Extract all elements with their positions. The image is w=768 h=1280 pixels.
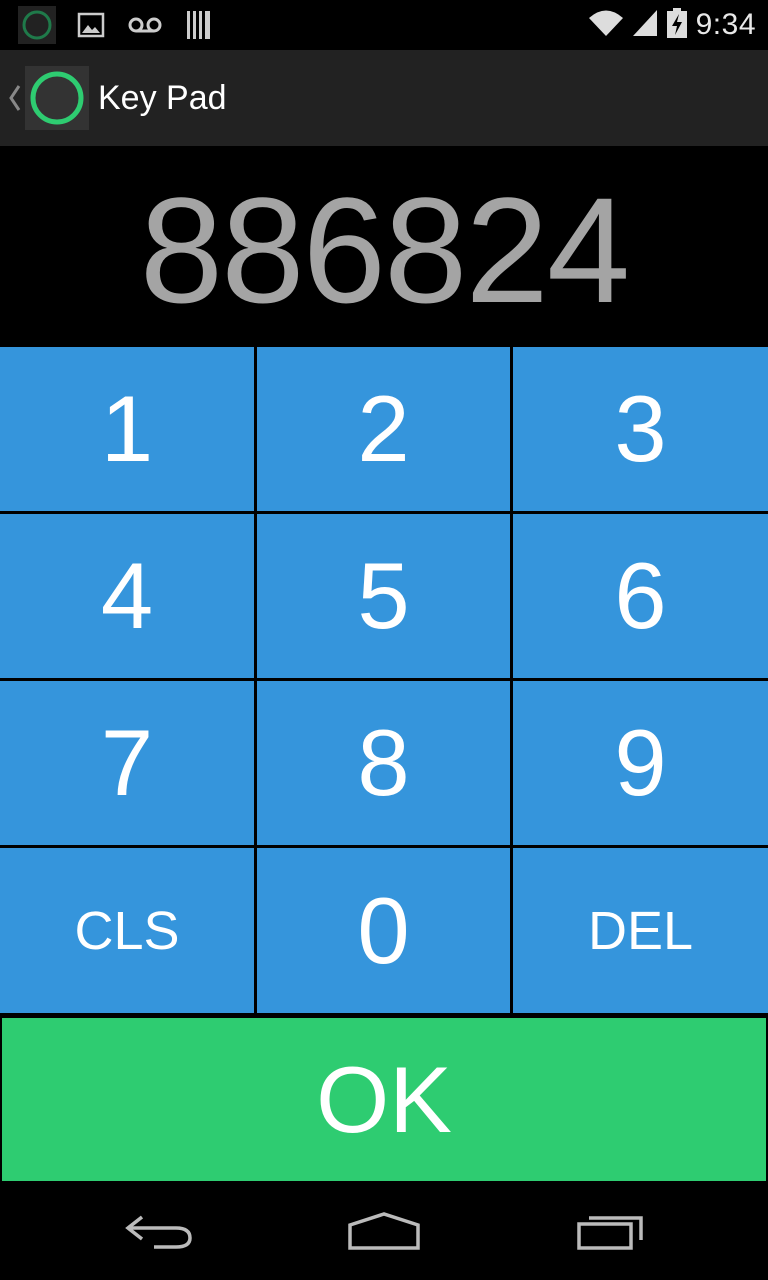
- status-bar: 9:34: [0, 0, 768, 50]
- barcode-icon: [180, 6, 218, 44]
- voicemail-icon: [126, 6, 164, 44]
- key-0[interactable]: 0: [257, 848, 510, 1013]
- app-ring-icon: [18, 6, 56, 44]
- clock: 9:34: [695, 8, 756, 41]
- system-status: 9:34: [588, 4, 756, 46]
- signal-icon: [632, 9, 658, 42]
- delete-button[interactable]: DEL: [513, 848, 768, 1013]
- ok-button[interactable]: OK: [2, 1018, 766, 1181]
- key-8[interactable]: 8: [257, 681, 510, 845]
- keypad-grid: 1 2 3 4 5 6 7 8 9 CLS 0 DEL: [0, 347, 768, 1017]
- back-icon[interactable]: [114, 1206, 204, 1256]
- keypad-display: 886824: [0, 146, 768, 346]
- clear-button[interactable]: CLS: [0, 848, 254, 1013]
- key-5[interactable]: 5: [257, 514, 510, 678]
- notification-icons: [18, 6, 218, 44]
- navigation-bar: [0, 1182, 768, 1280]
- key-9[interactable]: 9: [513, 681, 768, 845]
- home-icon[interactable]: [339, 1206, 429, 1256]
- key-7[interactable]: 7: [0, 681, 254, 845]
- app-logo-icon[interactable]: [25, 66, 89, 130]
- recent-apps-icon[interactable]: [566, 1206, 656, 1256]
- battery-charging-icon: [666, 7, 688, 44]
- image-icon: [72, 6, 110, 44]
- key-1[interactable]: 1: [0, 347, 254, 511]
- key-6[interactable]: 6: [513, 514, 768, 678]
- wifi-icon: [588, 9, 624, 42]
- key-3[interactable]: 3: [513, 347, 768, 511]
- entered-code: 886824: [139, 166, 631, 334]
- page-title: Key Pad: [98, 79, 227, 117]
- action-bar: Key Pad: [0, 50, 768, 146]
- key-2[interactable]: 2: [257, 347, 510, 511]
- key-4[interactable]: 4: [0, 514, 254, 678]
- up-caret-icon[interactable]: [6, 80, 24, 116]
